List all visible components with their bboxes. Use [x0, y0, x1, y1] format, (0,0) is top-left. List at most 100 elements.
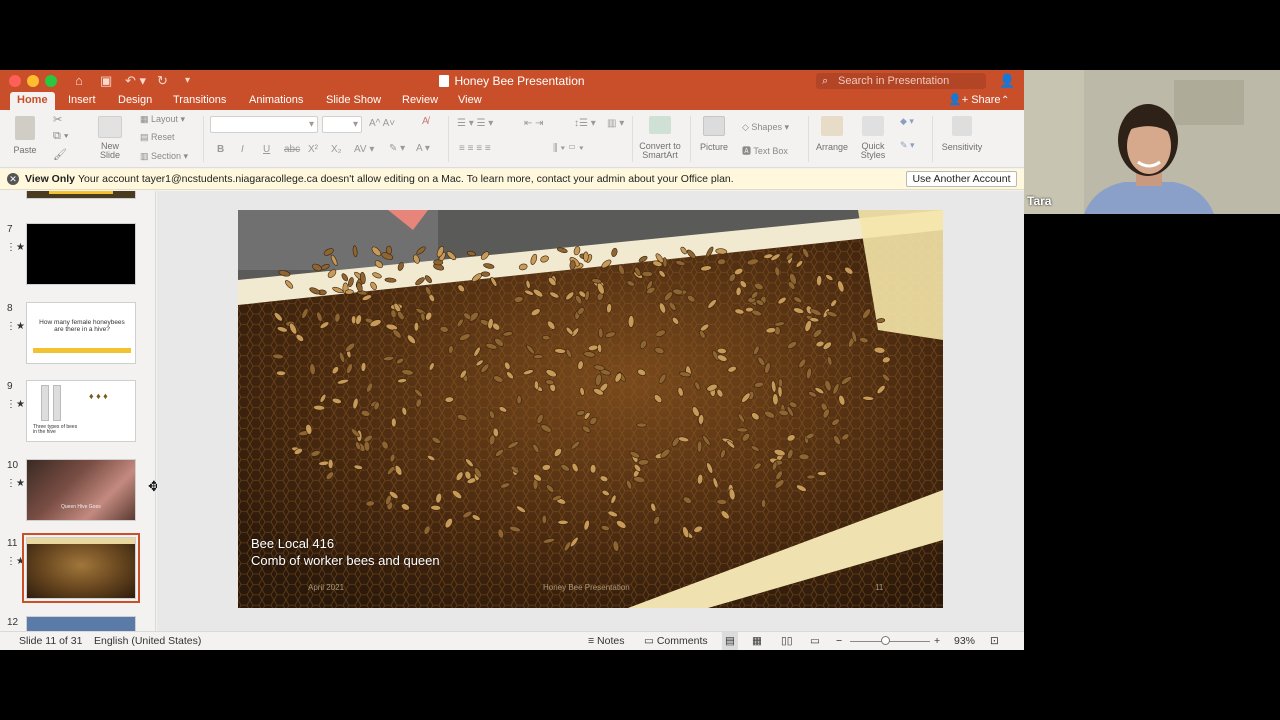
text-box-button[interactable]: 🅰 Text Box	[742, 144, 788, 157]
slide-editing-canvas[interactable]: Bee Local 416 Comb of worker bees and qu…	[157, 191, 1024, 631]
tab-view[interactable]: View	[451, 92, 489, 110]
font-size-dropdown[interactable]: ▾	[322, 116, 362, 133]
new-slide-button[interactable]: New Slide	[93, 116, 127, 160]
bee-shape	[385, 245, 393, 255]
slide-show-icon[interactable]: ▭	[810, 632, 820, 650]
zoom-in-button[interactable]: +	[934, 632, 940, 650]
format-painter-icon[interactable]: 🖌	[53, 148, 67, 161]
reading-view-icon[interactable]: ▯▯	[781, 632, 793, 650]
copy-icon[interactable]: ⧉ ▾	[53, 130, 69, 143]
arrange-button[interactable]: Arrange	[814, 116, 850, 152]
indent-icon[interactable]: ⇤ ⇥	[524, 118, 544, 129]
tab-animations[interactable]: Animations	[242, 92, 310, 110]
slide-caption-title: Bee Local 416	[251, 536, 335, 551]
text-effects-icon[interactable]: AV ▾	[354, 144, 374, 155]
superscript-button[interactable]: X²	[308, 144, 318, 155]
subscript-button[interactable]: X₂	[331, 144, 342, 155]
zoom-slider-handle[interactable]	[881, 636, 890, 645]
comments-button[interactable]: ▭ Comments	[644, 632, 708, 650]
layout-button[interactable]: ▦ Layout ▾	[140, 114, 185, 125]
tab-slide-show[interactable]: Slide Show	[319, 92, 388, 110]
bold-button[interactable]: B	[217, 144, 224, 155]
participant-video-frame	[1024, 70, 1280, 214]
message-title: View Only	[25, 173, 75, 185]
shapes-button[interactable]: ◇ Shapes ▾	[742, 122, 789, 133]
slide-thumbnail-8[interactable]: How many female honeybees are there in a…	[26, 302, 136, 364]
slide-thumbnail-12[interactable]	[26, 616, 136, 631]
slide-thumbnail-7[interactable]	[26, 223, 136, 285]
layout-icon: ▦	[140, 114, 152, 124]
tab-home[interactable]: Home	[10, 92, 55, 110]
language-indicator[interactable]: English (United States)	[94, 632, 201, 650]
text-box-label: Text Box	[753, 146, 788, 156]
increase-font-icon[interactable]: A^ A˅	[369, 118, 395, 129]
slide-sorter-icon[interactable]: ▦	[752, 632, 762, 650]
font-color-icon[interactable]: A ▾	[416, 143, 430, 154]
tab-review[interactable]: Review	[395, 92, 445, 110]
use-another-account-button[interactable]: Use Another Account	[906, 171, 1017, 187]
underline-button[interactable]: U	[263, 144, 270, 155]
arrange-label: Arrange	[815, 142, 849, 152]
paste-button[interactable]: Paste	[9, 116, 41, 155]
comments-label: Comments	[656, 635, 708, 647]
zoom-out-button[interactable]: −	[836, 632, 842, 650]
text-box-icon: 🅰	[742, 146, 754, 156]
zoom-slider[interactable]	[850, 641, 930, 642]
notes-button[interactable]: ≡ Notes	[588, 632, 624, 650]
slide-thumbnail-11[interactable]	[22, 533, 140, 603]
clipboard-icon	[15, 116, 35, 140]
text-direction-icon[interactable]: ⫼ ▾ ▭ ▾	[553, 143, 584, 154]
bee-shape	[717, 258, 726, 266]
shape-fill-icon[interactable]: ◆ ▾	[900, 116, 914, 127]
bee-shape	[413, 322, 420, 332]
shape-outline-icon[interactable]: ✎ ▾	[900, 140, 915, 151]
new-slide-icon	[98, 116, 122, 138]
tab-insert[interactable]: Insert	[61, 92, 103, 110]
normal-view-icon[interactable]: ▤	[722, 632, 738, 650]
tab-design[interactable]: Design	[111, 92, 159, 110]
bee-shape	[772, 393, 779, 406]
cut-icon[interactable]: ✂	[53, 113, 62, 126]
share-button[interactable]: 👤+ Share	[948, 92, 1001, 110]
align-icons[interactable]: ≡ ≡ ≡ ≡	[459, 143, 491, 154]
bee-shape	[391, 417, 397, 428]
tab-transitions[interactable]: Transitions	[166, 92, 233, 110]
slide-thumbnail-6[interactable]	[26, 191, 136, 199]
search-input[interactable]: ⌕ Search in Presentation	[816, 73, 986, 89]
slide-thumbnail-9[interactable]: ♦ ♦ ♦ Three types of bees in the hive	[26, 380, 136, 442]
bee-shape	[516, 395, 522, 405]
thumbnail-bar	[49, 191, 113, 194]
bee-shape	[597, 343, 603, 353]
chevron-down-icon: ▾	[352, 119, 358, 130]
picture-button[interactable]: Picture	[698, 116, 730, 152]
highlight-icon[interactable]: ✎ ▾	[389, 143, 405, 154]
slide-footer-title: Honey Bee Presentation	[543, 583, 630, 592]
clear-formatting-icon[interactable]: A̸	[422, 116, 429, 127]
font-name-dropdown[interactable]: ▾	[210, 116, 318, 133]
bee-shape	[817, 471, 827, 476]
italic-button[interactable]: I	[241, 144, 244, 155]
fit-slide-icon[interactable]: ⊡	[990, 632, 999, 650]
account-icon[interactable]: 👤	[999, 73, 1015, 88]
bee-shape	[716, 498, 728, 505]
close-message-icon[interactable]: ✕	[7, 173, 19, 185]
columns-icon[interactable]: ▥ ▾	[607, 118, 624, 129]
collapse-ribbon-icon[interactable]: ⌃	[1001, 92, 1009, 109]
slide-thumbnail-10[interactable]: Queen Hive Goes	[26, 459, 136, 521]
bee-shape	[589, 464, 597, 474]
ribbon-tabs: Home Insert Design Transitions Animation…	[0, 92, 1024, 110]
zoom-percentage[interactable]: 93%	[954, 632, 975, 650]
bullets-icon[interactable]: ☰ ▾ ☰ ▾	[457, 118, 493, 129]
reset-button[interactable]: ▤ Reset	[140, 132, 175, 143]
line-spacing-icon[interactable]: ↕☰ ▾	[574, 118, 596, 129]
bee-shape	[716, 347, 727, 354]
sensitivity-button[interactable]: Sensitivity	[938, 116, 986, 152]
strikethrough-button[interactable]: abc	[284, 144, 300, 155]
slide-thumbnail-pane[interactable]: 7 ⋮★ 8 ⋮★ How many female honeybees are …	[0, 191, 156, 631]
quick-styles-button[interactable]: Quick Styles	[856, 116, 890, 160]
animation-star-icon: ⋮★	[6, 478, 25, 489]
convert-smartart-button[interactable]: Convert to SmartArt	[636, 116, 684, 160]
bee-shape	[696, 440, 703, 453]
section-button[interactable]: ▥ Section ▾	[140, 151, 188, 162]
current-slide[interactable]: Bee Local 416 Comb of worker bees and qu…	[238, 210, 943, 608]
